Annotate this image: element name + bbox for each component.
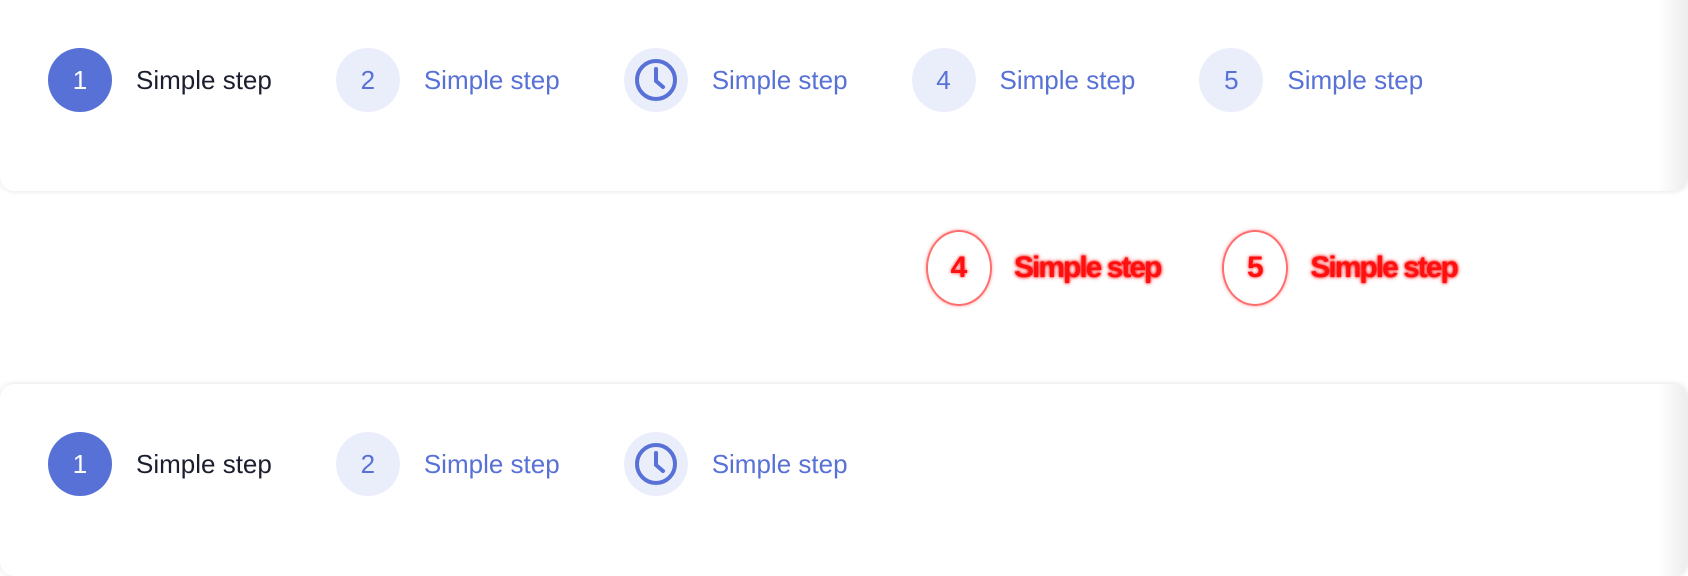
step-label: Simple step	[1287, 64, 1424, 95]
step-1[interactable]: 1 Simple step	[48, 432, 272, 496]
overflow-step-label: Simple step	[1310, 251, 1458, 284]
step-badge: 1	[48, 432, 112, 496]
clock-icon	[634, 59, 677, 101]
stepper-panel-bottom: 1 Simple step 2 Simple step Simple step	[0, 384, 1688, 576]
step-label: Simple step	[136, 448, 272, 479]
overflow-step-5: 5 Simple step	[1222, 230, 1459, 306]
step-badge: 5	[1199, 48, 1264, 112]
step-badge: 1	[48, 48, 112, 112]
panel-edge-shadow	[1658, 384, 1688, 576]
step-2[interactable]: 2 Simple step	[335, 432, 560, 496]
stepper-bottom: 1 Simple step 2 Simple step Simple step	[48, 432, 912, 496]
step-badge	[623, 432, 688, 496]
step-label: Simple step	[136, 64, 272, 95]
step-2[interactable]: 2 Simple step	[335, 48, 560, 112]
overflow-step-label: Simple step	[1014, 251, 1162, 284]
step-badge: 2	[335, 48, 400, 112]
stepper-top: 1 Simple step 2 Simple step Simple step …	[48, 48, 1487, 112]
step-1[interactable]: 1 Simple step	[48, 48, 272, 112]
step-3[interactable]: Simple step	[623, 432, 848, 496]
step-label: Simple step	[999, 64, 1136, 95]
step-label: Simple step	[711, 448, 848, 479]
step-5[interactable]: 5 Simple step	[1199, 48, 1423, 112]
overflow-step-badge: 4	[926, 230, 992, 306]
clock-icon	[634, 443, 677, 485]
overflow-steps: 4 Simple step 5 Simple step	[926, 230, 1519, 306]
step-label: Simple step	[423, 64, 560, 95]
panel-edge-shadow	[1658, 0, 1688, 191]
step-label: Simple step	[423, 448, 560, 479]
step-badge: 4	[911, 48, 976, 112]
canvas: 1 Simple step 2 Simple step Simple step …	[0, 0, 1688, 576]
overflow-step-4: 4 Simple step	[926, 230, 1162, 306]
step-label: Simple step	[711, 64, 848, 95]
step-4[interactable]: 4 Simple step	[911, 48, 1136, 112]
step-badge: 2	[335, 432, 400, 496]
overflow-step-badge: 5	[1222, 230, 1289, 306]
step-badge	[623, 48, 688, 112]
stepper-panel-top: 1 Simple step 2 Simple step Simple step …	[0, 0, 1688, 191]
step-3[interactable]: Simple step	[623, 48, 848, 112]
